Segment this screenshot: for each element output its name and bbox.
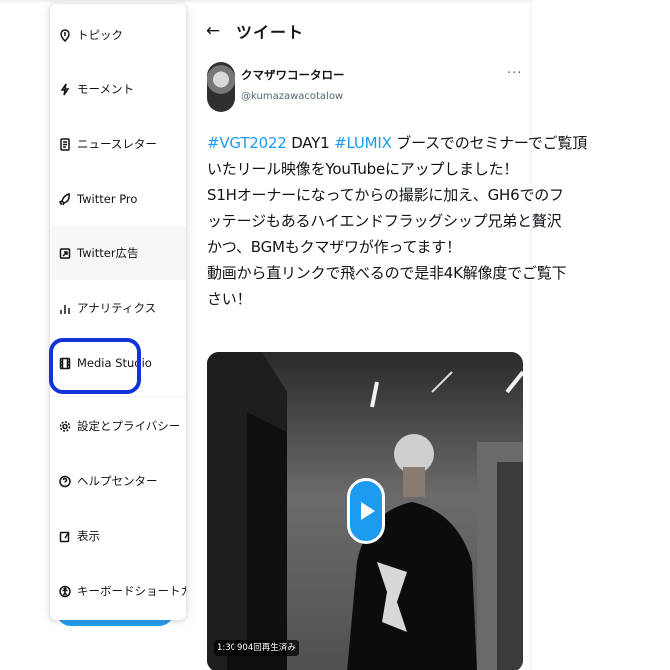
- video-views-badge: 904回再生済み: [234, 640, 299, 656]
- menu-item-label: ニュースレター: [77, 137, 157, 151]
- tweet-line: 動画から直リンクで飛べるので是非4K解像度でご覧下: [207, 264, 567, 282]
- tweet-text-span: DAY1: [286, 134, 335, 152]
- menu-item-label: 設定とプライバシー: [77, 419, 181, 433]
- back-button[interactable]: ←: [196, 14, 230, 48]
- menu-item-label: キーボードショートカット: [77, 584, 186, 598]
- menu-item-label: モーメント: [77, 82, 135, 96]
- menu-item-media-studio[interactable]: Media Studio: [50, 336, 186, 390]
- page-title: ツイート: [236, 23, 305, 42]
- author-handle[interactable]: @kumazawacotalow: [241, 91, 343, 102]
- tweet-line: S1Hオーナーになってからの撮影に加え、GH6でのフ: [207, 186, 564, 204]
- menu-item-newsletter[interactable]: ニュースレター: [50, 117, 186, 171]
- menu-item-help-center[interactable]: ヘルプセンター: [50, 454, 186, 508]
- settings-icon: [59, 419, 71, 433]
- top-border: [0, 0, 532, 2]
- tweet-line: #VGT2022 DAY1 #LUMIX ブースでのセミナーでご覧頂: [207, 130, 587, 156]
- menu-item-display[interactable]: 表示: [50, 509, 186, 563]
- help-icon: [59, 474, 71, 488]
- more-options-button[interactable]: ···: [507, 66, 522, 81]
- column-divider: [531, 0, 532, 670]
- tweet-video[interactable]: 1:30 904回再生済み: [207, 352, 523, 670]
- display-icon: [59, 529, 71, 543]
- ads-icon: [59, 246, 71, 260]
- media-studio-icon: [59, 356, 71, 370]
- tweet-line: さい！: [207, 290, 252, 308]
- author-name[interactable]: クマザワコータロー: [241, 67, 345, 83]
- play-icon: [361, 502, 375, 520]
- menu-item-label: Media Studio: [77, 356, 152, 370]
- page-header: ← ツイート: [196, 10, 526, 52]
- menu-item-analytics[interactable]: アナリティクス: [50, 281, 186, 335]
- rocket-icon: [59, 192, 71, 206]
- menu-item-label: トピック: [77, 28, 123, 42]
- topics-icon: [59, 28, 71, 42]
- menu-item-label: Twitter広告: [77, 246, 139, 260]
- menu-item-topics[interactable]: トピック: [50, 8, 186, 62]
- avatar[interactable]: [207, 62, 235, 112]
- more-menu: トピック モーメント ニュースレター Twitter Pro Twitter広告…: [50, 4, 186, 620]
- tweet-author: クマザワコータロー @kumazawacotalow ···: [207, 62, 525, 114]
- menu-item-keyboard-shortcuts[interactable]: キーボードショートカット: [50, 564, 186, 618]
- tweet-line: いたリール映像をYouTubeにアップしました！: [207, 160, 519, 178]
- analytics-icon: [59, 301, 71, 315]
- menu-item-twitter-pro[interactable]: Twitter Pro: [50, 172, 186, 226]
- menu-item-twitter-ads[interactable]: Twitter広告: [50, 226, 186, 280]
- menu-item-label: Twitter Pro: [77, 192, 138, 206]
- newsletter-icon: [59, 137, 71, 151]
- tweet-line: ッテージもあるハイエンドフラッグシップ兄弟と贅沢: [207, 212, 562, 230]
- menu-item-label: 表示: [77, 529, 100, 543]
- hashtag-link[interactable]: #VGT2022: [207, 134, 287, 152]
- hashtag-link[interactable]: #LUMIX: [334, 134, 392, 152]
- back-arrow-icon: ←: [205, 21, 221, 41]
- menu-item-settings-privacy[interactable]: 設定とプライバシー: [50, 399, 186, 453]
- menu-item-label: ヘルプセンター: [77, 474, 158, 488]
- tweet-line: かつ、BGMもクマザワが作ってます！: [207, 238, 461, 256]
- menu-item-label: アナリティクス: [77, 301, 157, 315]
- play-button[interactable]: [347, 478, 385, 544]
- tweet-text: #VGT2022 DAY1 #LUMIX ブースでのセミナーでご覧頂 いたリール…: [207, 130, 587, 312]
- tweet-text-span: ブースでのセミナーでご覧頂: [391, 134, 588, 152]
- accessibility-icon: [59, 584, 71, 598]
- menu-item-moments[interactable]: モーメント: [50, 62, 186, 116]
- moments-icon: [59, 82, 71, 96]
- menu-divider: [50, 396, 186, 397]
